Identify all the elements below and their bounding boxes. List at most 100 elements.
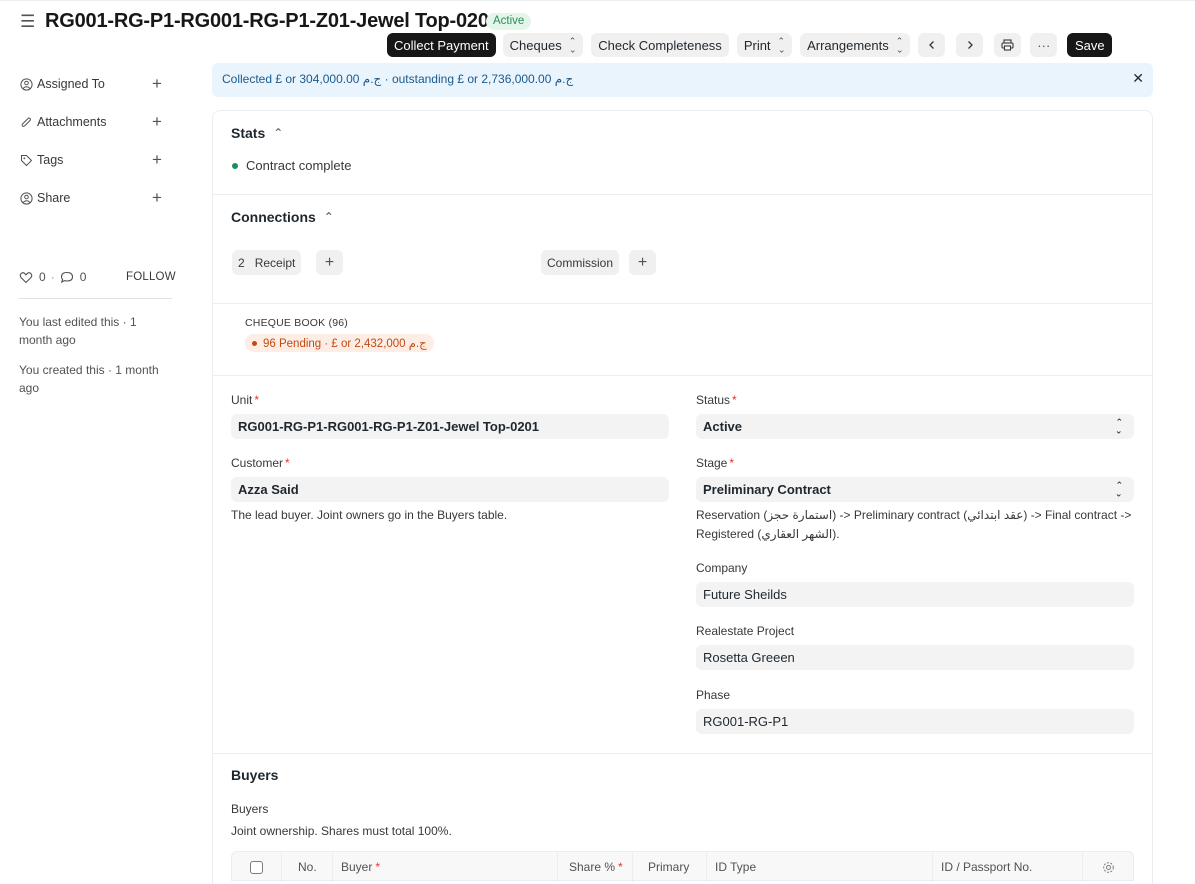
add-commission-button[interactable]: +: [629, 250, 656, 275]
status-dot-icon: [232, 162, 238, 169]
cheques-label: Cheques: [509, 37, 562, 53]
customer-field[interactable]: Azza Said: [231, 477, 669, 502]
select-all-cell: [232, 852, 282, 882]
prev-button[interactable]: [918, 33, 946, 57]
sidebar-item-label: Tags: [37, 153, 64, 167]
buyers-table-label: Buyers: [231, 802, 269, 816]
divider: [213, 753, 1152, 754]
project-field[interactable]: Rosetta Greeen: [696, 645, 1134, 670]
connections-section-toggle[interactable]: Connections ⌃: [231, 209, 334, 225]
chevron-updown-icon: ⌃ ⌃: [1115, 480, 1123, 499]
heart-icon[interactable]: [19, 271, 33, 284]
separator-dot: ·: [50, 270, 55, 284]
alert-text: Collected £ or 304,000.00 ج.م · outstand…: [222, 72, 574, 86]
customer-help: The lead buyer. Joint owners go in the B…: [231, 508, 508, 522]
stage-label: Stage *: [696, 456, 735, 470]
collect-payment-label: Collect Payment: [394, 37, 489, 53]
sidebar-item-label: Attachments: [37, 115, 107, 129]
stats-section-toggle[interactable]: Stats ⌃: [231, 125, 283, 141]
receipt-link[interactable]: 2 Receipt: [232, 250, 302, 275]
sidebar-item-label: Share: [37, 191, 71, 205]
chevron-updown-icon: ⌃ ⌃: [895, 36, 904, 55]
top-border: [0, 0, 1195, 4]
status-select[interactable]: Active ⌃ ⌃: [696, 414, 1134, 439]
plus-icon[interactable]: +: [152, 151, 162, 168]
check-completeness-button[interactable]: Check Completeness: [591, 33, 729, 57]
project-label: Realestate Project: [696, 624, 795, 638]
status-badge: Active: [486, 13, 532, 30]
printer-icon: [1001, 39, 1014, 51]
sidebar-item-attachments[interactable]: Attachments +: [19, 113, 169, 130]
company-label: Company: [696, 561, 748, 575]
company-field[interactable]: Future Sheilds: [696, 582, 1134, 607]
phase-label: Phase: [696, 688, 731, 702]
user-plus-icon: [19, 77, 33, 91]
stage-help: Reservation (استمارة حجز) -> Preliminary…: [696, 508, 1132, 541]
sidebar-item-label: Assigned To: [37, 77, 105, 91]
col-id-type: ID Type: [707, 852, 933, 882]
column-settings[interactable]: [1083, 852, 1133, 882]
divider: [213, 375, 1152, 376]
paperclip-icon: [19, 115, 33, 129]
close-icon[interactable]: ✕: [1132, 70, 1144, 87]
save-label: Save: [1074, 37, 1105, 53]
sidebar-item-tags[interactable]: Tags +: [19, 151, 169, 168]
status-value: Active: [703, 419, 743, 434]
pending-dot-icon: [252, 340, 257, 346]
toolbar: Collect Payment Cheques ⌃ ⌃ Check Complete…: [387, 33, 1113, 57]
cheque-pending-badge[interactable]: 96 Pending · £ or 2,432,000 ج.م: [245, 334, 434, 352]
add-receipt-button[interactable]: +: [316, 250, 343, 275]
stats-heading: Stats: [231, 125, 266, 141]
sidebar-item-assigned-to[interactable]: Assigned To +: [19, 75, 169, 92]
buyers-heading: Buyers: [231, 767, 279, 783]
buyers-table-header: No. Buyer * Share % * Primary ID Type ID /…: [231, 851, 1134, 882]
check-completeness-label: Check Completeness: [598, 37, 722, 53]
stage-select[interactable]: Preliminary Contract ⌃ ⌃: [696, 477, 1134, 502]
chevron-up-icon: ⌃: [273, 126, 284, 140]
col-share: Share % *: [558, 852, 633, 882]
unit-field[interactable]: RG001-RG-P1-RG001-RG-P1-Z01-Jewel Top-02…: [231, 414, 669, 439]
chevron-right-icon: [967, 41, 973, 49]
save-button[interactable]: Save: [1067, 33, 1113, 57]
user-share-icon: [19, 191, 33, 205]
plus-icon[interactable]: +: [152, 75, 162, 92]
arrangements-dropdown[interactable]: Arrangements ⌃ ⌃: [800, 33, 911, 57]
connections-heading: Connections: [231, 209, 316, 225]
col-primary: Primary: [633, 852, 707, 882]
print-button[interactable]: [994, 33, 1022, 57]
select-all-checkbox[interactable]: [250, 860, 263, 874]
phase-field[interactable]: RG001-RG-P1: [696, 709, 1134, 734]
chevron-updown-icon: ⌃ ⌃: [1115, 417, 1123, 436]
print-dropdown[interactable]: Print ⌃ ⌃: [736, 33, 793, 57]
commission-link[interactable]: Commission: [541, 250, 620, 275]
like-count: 0: [39, 270, 46, 284]
divider: [213, 194, 1152, 195]
plus-icon[interactable]: +: [152, 113, 162, 130]
next-button[interactable]: [956, 33, 984, 57]
plus-icon: +: [324, 253, 335, 271]
menu-icon[interactable]: ☰: [20, 13, 35, 30]
divider: [19, 298, 172, 299]
comment-icon[interactable]: [60, 271, 74, 284]
commission-label: Commission: [547, 255, 614, 270]
status-label: Status *: [696, 393, 737, 407]
chevron-left-icon: [928, 41, 934, 49]
cheque-pending-text: 96 Pending · £ or 2,432,000 ج.م: [263, 338, 427, 350]
buyers-help: Joint ownership. Shares must total 100%.: [231, 824, 452, 838]
created-note: You created this · 1 month ago: [19, 363, 159, 395]
plus-icon[interactable]: +: [152, 189, 162, 206]
stat-item-label: Contract complete: [246, 158, 352, 173]
plus-icon: +: [637, 253, 648, 271]
follow-button[interactable]: FOLLOW: [126, 271, 176, 283]
tag-icon: [19, 153, 33, 167]
sidebar-item-share[interactable]: Share +: [19, 189, 169, 206]
collect-payment-button[interactable]: Collect Payment: [387, 33, 496, 57]
col-id-number: ID / Passport No.: [933, 852, 1083, 882]
col-no: No.: [282, 852, 333, 882]
social-stats: 0 · 0: [19, 270, 86, 284]
payment-alert: Collected £ or 304,000.00 ج.م · outstand…: [212, 63, 1153, 97]
cheques-dropdown[interactable]: Cheques ⌃ ⌃: [502, 33, 584, 57]
chevron-updown-icon: ⌃ ⌃: [777, 36, 786, 55]
more-button[interactable]: ···: [1030, 33, 1058, 57]
form-card: Stats ⌃ Contract complete Connections ⌃ …: [212, 110, 1153, 884]
